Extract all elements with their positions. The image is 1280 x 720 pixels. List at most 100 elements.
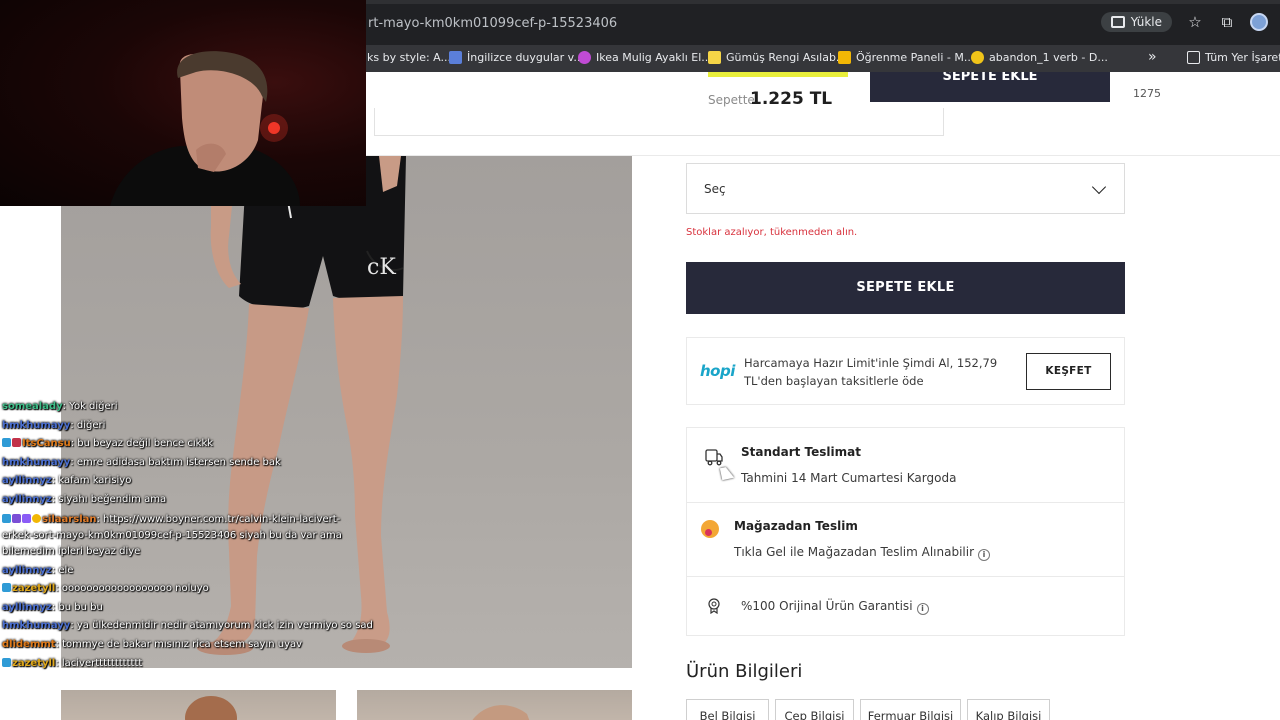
coin-badge-icon <box>32 513 41 523</box>
bookmark-label: Ikea Mulig Ayaklı El... <box>596 51 712 64</box>
chat-username: dlidemmt <box>2 638 56 650</box>
upload-button[interactable]: Yükle <box>1100 12 1172 32</box>
chat-text: : ele <box>51 564 74 576</box>
store-delivery-sub: Tıkla Gel ile Mağazadan Teslim Alınabili… <box>734 545 975 559</box>
bookmark-favicon-icon <box>578 51 591 64</box>
product-thumbnail-2[interactable] <box>357 690 632 720</box>
bookmark-item[interactable]: abandon_1 verb - D... <box>971 51 1108 64</box>
original-text: %100 Orijinal Ürün Garantisi i <box>741 599 929 615</box>
bookmark-item[interactable]: Öğrenme Paneli - M... <box>838 51 974 64</box>
chat-username: hmkhumayy <box>2 419 71 431</box>
add-to-cart-button[interactable]: SEPETE EKLE <box>686 262 1125 314</box>
chat-message: ayllinnyz: siyahı beğendim ama <box>2 491 372 510</box>
chevron-down-icon <box>1091 179 1107 195</box>
sticky-product-bar: Sepette 1.225 TL SEPETE EKLE 1275 <box>366 72 1280 156</box>
chat-text: : bu bu bu <box>51 601 103 613</box>
sticky-add-to-cart-button[interactable]: SEPETE EKLE <box>870 72 1110 102</box>
tab-fit-info[interactable]: Kalıp Bilgisi <box>967 699 1050 720</box>
chat-text: : siyahı beğendim ama <box>51 493 167 505</box>
info-icon[interactable]: i <box>916 603 929 615</box>
product-info-title: Ürün Bilgileri <box>686 661 803 682</box>
tab-strip-edge <box>366 0 1280 4</box>
gift-badge-icon <box>12 513 21 523</box>
search-field-edge[interactable] <box>374 108 944 136</box>
tab-pocket-info[interactable]: Cep Bilgisi <box>775 699 854 720</box>
store-delivery-title: Mağazadan Teslim <box>734 519 858 533</box>
highlight-bar <box>708 72 848 77</box>
thumb-figure-2 <box>472 705 530 720</box>
medal-icon <box>708 598 720 614</box>
all-bookmarks[interactable]: Tüm Yer İşaretleri <box>1187 51 1280 64</box>
more-bookmarks-icon[interactable]: » <box>1148 49 1157 65</box>
chat-text: : diğeri <box>70 419 106 431</box>
store-pickup-icon <box>701 520 719 538</box>
chat-message: dlidemmt: tommye de bakar mısınız rica e… <box>2 636 372 655</box>
subscriber-badge-icon <box>2 513 11 523</box>
star-icon[interactable]: ☆ <box>1186 13 1204 31</box>
chat-message: zazetyll: lacivertttttttttttt <box>2 655 372 674</box>
bookmark-item[interactable]: Gümüş Rengi Asılab... <box>708 51 846 64</box>
hopi-promo: hopi Harcamaya Hazır Limit'inle Şimdi Al… <box>686 337 1125 405</box>
discover-button[interactable]: KEŞFET <box>1026 353 1111 390</box>
bookmark-item[interactable]: Ikea Mulig Ayaklı El... <box>578 51 712 64</box>
chat-message: zazetyll: oooooooooooooooooo noluyo <box>2 580 372 599</box>
chat-username: zazetyll <box>12 657 56 669</box>
store-delivery-text: Tıkla Gel ile Mağazadan Teslim Alınabili… <box>734 545 991 561</box>
info-icon[interactable]: i <box>978 549 991 561</box>
chat-message: ayllinnyz: bu bu bu <box>2 599 372 618</box>
all-bookmarks-label: Tüm Yer İşaretleri <box>1205 51 1280 64</box>
chat-message: hmkhumayy: diğeri <box>2 417 372 436</box>
chat-username: ayllinnyz <box>2 493 52 505</box>
chat-username: ayllinnyz <box>2 601 52 613</box>
bookmark-favicon-icon <box>449 51 462 64</box>
chat-text: : ya ülkedenmidir nedir atamıyorum kick … <box>70 620 373 632</box>
chat-username: hmkhumayy <box>2 620 71 632</box>
address-bar[interactable]: rt-mayo-km0km01099cef-p-15523406 <box>368 16 617 31</box>
chat-text: : lacivertttttttttttt <box>55 657 143 669</box>
thumb-figure-1 <box>185 696 237 720</box>
bookmark-item[interactable]: ks by style: A... <box>367 51 451 64</box>
bookmark-favicon-icon <box>838 51 851 64</box>
sticky-price-label: Sepette <box>708 93 755 107</box>
chat-message: ItsCansu: bu beyaz değil bence cıkkk <box>2 435 372 454</box>
profile-avatar[interactable] <box>1250 13 1268 31</box>
subscriber-badge-icon <box>2 657 11 667</box>
store-delivery: Mağazadan Teslim Tıkla Gel ile Mağazadan… <box>687 503 1124 577</box>
chat-text: : bu beyaz değil bence cıkkk <box>70 438 214 450</box>
chat-overlay: somealady: Yok diğeri hmkhumayy: diğeri … <box>2 398 373 674</box>
chat-message: silaarslan: https://www.boyner.com.tr/ca… <box>2 510 367 562</box>
chat-text: : Yok diğeri <box>62 401 118 412</box>
streamer-figure <box>110 51 300 206</box>
tab-waist-info[interactable]: Bel Bilgisi <box>686 699 769 720</box>
bookmark-favicon-icon <box>971 51 984 64</box>
standard-delivery-date: Tahmini 14 Mart Cumartesi Kargoda <box>741 471 957 485</box>
upload-icon <box>1110 16 1125 28</box>
chat-message: ayllinnyz: kafam karisiyo <box>2 472 372 491</box>
folder-icon <box>1187 51 1200 64</box>
bookmark-label: ks by style: A... <box>367 51 451 64</box>
browser-actions: Yükle ☆ ⧉ <box>1100 12 1268 32</box>
chat-message: hmkhumayy: emre adidasa baktım istersen … <box>2 454 372 473</box>
chat-message: somealady: Yok diğeri <box>2 398 372 417</box>
extensions-icon[interactable]: ⧉ <box>1218 13 1236 31</box>
tab-zipper-info[interactable]: Fermuar Bilgisi <box>860 699 961 720</box>
heart-badge-icon <box>12 438 21 448</box>
webcam-overlay <box>0 0 366 206</box>
chat-text: : emre adidasa baktım istersen sende bak <box>70 456 281 468</box>
product-thumbnail-1[interactable] <box>61 690 336 720</box>
hopi-logo: hopi <box>700 362 735 380</box>
bookmark-item[interactable]: İngilizce duygular v... <box>449 51 584 64</box>
subscriber-badge-icon <box>2 438 11 448</box>
chat-username: hmkhumayy <box>2 456 71 468</box>
chat-username: ItsCansu <box>22 438 71 450</box>
chat-username: ayllinnyz <box>2 564 52 576</box>
truck-icon <box>705 449 723 466</box>
size-select[interactable]: Seç <box>686 163 1125 214</box>
mouse-cursor <box>719 465 735 481</box>
screen: cK Sepette 1.225 TL SEPETE EKLE 1275 Seç <box>0 0 1280 720</box>
chat-message: hmkhumayy: ya ülkedenmidir nedir atamıyo… <box>2 617 373 636</box>
upload-label: Yükle <box>1130 15 1162 29</box>
svg-text:cK: cK <box>367 255 396 280</box>
standard-delivery: Standart Teslimat Tahmini 14 Mart Cumart… <box>687 428 1124 503</box>
chat-username: ayllinnyz <box>2 475 52 487</box>
